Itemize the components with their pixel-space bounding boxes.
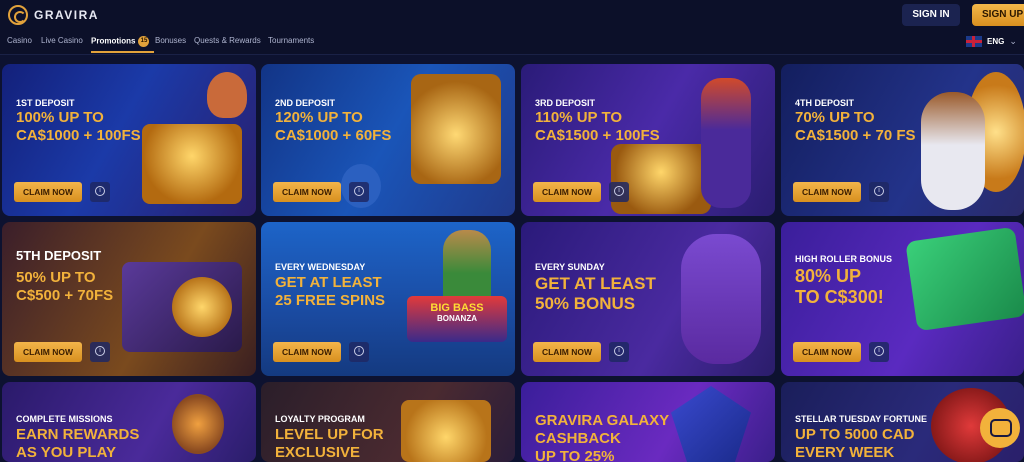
cash-stack-icon — [905, 226, 1024, 332]
beaver-astronaut-icon — [921, 92, 985, 210]
promo-card[interactable]: 5TH DEPOSIT 50% UP TO C$500 + 70FS CLAIM… — [2, 222, 256, 376]
claim-now-button[interactable]: CLAIM NOW — [14, 342, 82, 362]
promo-subtitle: EVERY SUNDAY — [535, 262, 605, 272]
promo-card[interactable]: BIG BASS BONANZA EVERY WEDNESDAY GET AT … — [261, 222, 515, 376]
astronaut-girl-icon — [681, 234, 761, 364]
crystal-icon — [671, 386, 751, 462]
promo-card[interactable]: 1ST DEPOSIT 100% UP TO CA$1000 + 100FS C… — [2, 64, 256, 216]
claim-now-button[interactable]: CLAIM NOW — [793, 182, 861, 202]
nav-bonuses[interactable]: Bonuses — [155, 36, 186, 45]
promo-title: 50% UP TO C$500 + 70FS — [16, 269, 114, 304]
sign-in-button[interactable]: SIGN IN — [902, 4, 960, 26]
chat-support-icon[interactable] — [980, 408, 1020, 448]
promo-title: LEVEL UP FOR EXCLUSIVE — [275, 426, 384, 461]
info-icon[interactable] — [90, 182, 110, 202]
nav-promotions-label: Promotions — [91, 36, 136, 46]
claim-now-button[interactable]: CLAIM NOW — [533, 182, 601, 202]
astronaut-kid-icon — [172, 394, 224, 454]
nav-casino[interactable]: Casino — [7, 36, 32, 45]
big-bass-bonanza-logo: BIG BASS BONANZA — [407, 296, 507, 342]
game-logo-bottom: BONANZA — [437, 314, 477, 323]
info-icon[interactable] — [90, 342, 110, 362]
promo-card[interactable]: 3RD DEPOSIT 110% UP TO CA$1500 + 100FS C… — [521, 64, 775, 216]
promo-card[interactable]: GRAVIRA GALAXY CASHBACK UP TO 25% — [521, 382, 775, 462]
language-selector[interactable]: ENG ⌄ — [966, 36, 1017, 47]
promo-subtitle: EVERY WEDNESDAY — [275, 262, 366, 272]
nav-quests-rewards[interactable]: Quests & Rewards — [194, 36, 261, 45]
info-icon[interactable] — [349, 342, 369, 362]
promo-subtitle: 2ND DEPOSIT — [275, 98, 336, 108]
promo-card[interactable]: LOYALTY PROGRAM LEVEL UP FOR EXCLUSIVE — [261, 382, 515, 462]
nav-promotions[interactable]: Promotions 15 — [91, 36, 150, 47]
promotions-grid: 1ST DEPOSIT 100% UP TO CA$1000 + 100FS C… — [0, 62, 1024, 462]
brand-logo[interactable]: GRAVIRA — [8, 5, 99, 25]
gravira-logo-icon — [8, 5, 28, 25]
promo-title: 100% UP TO CA$1000 + 100FS — [16, 109, 141, 144]
promo-title: GRAVIRA GALAXY CASHBACK UP TO 25% — [535, 412, 670, 462]
promo-title: GET AT LEAST 25 FREE SPINS — [275, 274, 386, 309]
gold-coin-icon — [172, 277, 232, 337]
promo-subtitle: 3RD DEPOSIT — [535, 98, 596, 108]
info-icon[interactable] — [609, 182, 629, 202]
category-nav: Casino Live Casino Promotions 15 Bonuses … — [0, 30, 1024, 55]
uk-flag-icon — [966, 36, 982, 47]
heroine-character-icon — [701, 78, 751, 208]
promo-card[interactable]: 4TH DEPOSIT 70% UP TO CA$1500 + 70 FS CL… — [781, 64, 1024, 216]
claim-now-button[interactable]: CLAIM NOW — [273, 342, 341, 362]
promo-title: 110% UP TO CA$1500 + 100FS — [535, 109, 660, 144]
promo-subtitle: 1ST DEPOSIT — [16, 98, 75, 108]
promo-title: EARN REWARDS AS YOU PLAY — [16, 426, 140, 461]
nav-live-casino[interactable]: Live Casino — [41, 36, 83, 45]
treasure-chest-icon — [611, 144, 711, 214]
promo-subtitle: COMPLETE MISSIONS — [16, 414, 113, 424]
top-bar: GRAVIRA SIGN IN SIGN UP — [0, 0, 1024, 30]
promo-subtitle: LOYALTY PROGRAM — [275, 414, 365, 424]
nav-tournaments[interactable]: Tournaments — [268, 36, 314, 45]
pirate-character-icon — [207, 72, 247, 118]
promo-subtitle: STELLAR TUESDAY FORTUNE — [795, 414, 928, 424]
sign-up-button[interactable]: SIGN UP — [972, 4, 1024, 26]
active-tab-indicator — [91, 51, 154, 53]
promo-subtitle: HIGH ROLLER BONUS — [795, 254, 893, 264]
language-label: ENG — [987, 37, 1005, 46]
info-icon[interactable] — [869, 342, 889, 362]
info-icon[interactable] — [349, 182, 369, 202]
promo-card[interactable]: COMPLETE MISSIONS EARN REWARDS AS YOU PL… — [2, 382, 256, 462]
info-icon[interactable] — [869, 182, 889, 202]
info-icon[interactable] — [609, 342, 629, 362]
claim-now-button[interactable]: CLAIM NOW — [273, 182, 341, 202]
promotions-count-badge: 15 — [138, 36, 150, 47]
treasure-chest-icon — [142, 124, 242, 204]
promo-subtitle: 4TH DEPOSIT — [795, 98, 855, 108]
claim-now-button[interactable]: CLAIM NOW — [793, 342, 861, 362]
promo-title: 70% UP TO CA$1500 + 70 FS — [795, 109, 916, 144]
promo-card[interactable]: EVERY SUNDAY GET AT LEAST 50% BONUS CLAI… — [521, 222, 775, 376]
promo-title: 120% UP TO CA$1000 + 60FS — [275, 109, 392, 144]
promo-title: UP TO 5000 CAD EVERY WEEK — [795, 426, 915, 461]
promo-card[interactable]: 2ND DEPOSIT 120% UP TO CA$1000 + 60FS CL… — [261, 64, 515, 216]
promo-subtitle: 5TH DEPOSIT — [16, 248, 102, 263]
promo-card[interactable]: HIGH ROLLER BONUS 80% UP TO C$300! CLAIM… — [781, 222, 1024, 376]
treasure-chest-icon — [411, 74, 501, 184]
promo-title: 80% UP TO C$300! — [795, 266, 884, 307]
game-logo-top: BIG BASS — [430, 302, 484, 314]
chevron-down-icon: ⌄ — [1009, 36, 1017, 46]
promo-title: GET AT LEAST 50% BONUS — [535, 274, 656, 313]
brand-name: GRAVIRA — [34, 8, 99, 22]
claim-now-button[interactable]: CLAIM NOW — [14, 182, 82, 202]
claim-now-button[interactable]: CLAIM NOW — [533, 342, 601, 362]
